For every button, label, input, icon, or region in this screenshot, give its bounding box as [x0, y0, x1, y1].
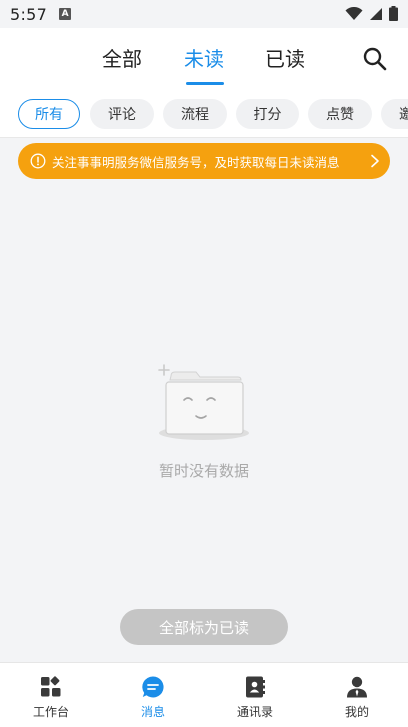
mark-all-read-button[interactable]: 全部标为已读	[120, 609, 288, 645]
filter-bar: 所有 评论 流程 打分 点赞 邀	[0, 92, 408, 138]
filter-workflow[interactable]: 流程	[163, 99, 227, 129]
grid-icon	[41, 676, 61, 697]
tab-all[interactable]: 全部	[102, 42, 142, 76]
notice-text: 关注事事明服务微信服务号，及时获取每日未读消息	[52, 154, 340, 170]
search-icon[interactable]	[362, 46, 388, 72]
tab-unread[interactable]: 未读	[184, 42, 224, 76]
nav-messages[interactable]: 消息	[102, 663, 204, 727]
signal-icon	[370, 7, 382, 20]
filter-all[interactable]: 所有	[18, 99, 80, 129]
bottom-nav: 工作台 消息 通讯录 我的	[0, 662, 408, 727]
nav-label-messages: 消息	[140, 705, 165, 719]
wifi-icon	[345, 6, 363, 20]
empty-state-text: 暂时没有数据	[158, 462, 249, 480]
nav-workbench[interactable]: 工作台	[0, 663, 102, 727]
battery-icon	[389, 6, 398, 21]
filter-invite[interactable]: 邀	[381, 99, 408, 129]
active-tab-indicator	[186, 82, 224, 85]
status-time: 5:57	[10, 4, 48, 24]
filter-like[interactable]: 点赞	[308, 99, 372, 129]
message-icon	[142, 676, 164, 698]
status-bar: 5:57 A	[0, 0, 408, 28]
contacts-icon	[246, 676, 265, 698]
nav-label-mine: 我的	[344, 705, 369, 719]
empty-folder-icon	[158, 364, 249, 440]
nav-contacts[interactable]: 通讯录	[204, 663, 306, 727]
filter-comment[interactable]: 评论	[90, 99, 154, 129]
tab-read[interactable]: 已读	[265, 42, 305, 76]
status-notification-icon: A	[59, 8, 72, 20]
filter-score[interactable]: 打分	[236, 99, 299, 129]
person-icon	[347, 676, 367, 698]
nav-label-workbench: 工作台	[32, 705, 69, 719]
status-indicators	[345, 6, 398, 21]
wechat-notice-banner[interactable]: 关注事事明服务微信服务号，及时获取每日未读消息	[18, 143, 390, 179]
chevron-right-icon	[371, 154, 379, 168]
nav-mine[interactable]: 我的	[306, 663, 408, 727]
nav-label-contacts: 通讯录	[236, 705, 273, 719]
info-icon	[30, 153, 46, 169]
